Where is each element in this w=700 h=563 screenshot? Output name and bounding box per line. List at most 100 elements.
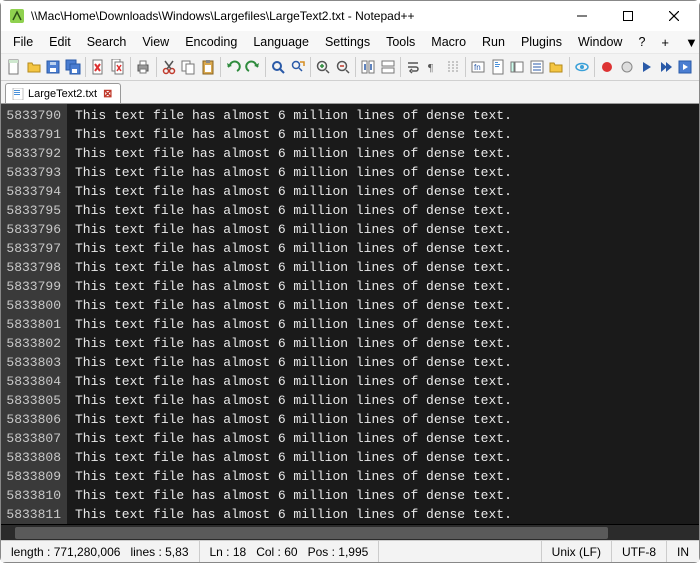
line-number-gutter: 5833790583379158337925833793583379458337… [1,104,67,524]
menu-new-doc-button[interactable]: + [653,33,677,52]
menu-window[interactable]: Window [570,33,630,51]
menu-dropdown-button[interactable]: ▼ [677,33,700,52]
new-file-icon[interactable] [5,56,24,78]
line-number: 5833807 [5,429,61,448]
line-number: 5833800 [5,296,61,315]
menu-edit[interactable]: Edit [41,33,79,51]
status-encoding: UTF-8 [612,541,667,562]
text-line[interactable]: This text file has almost 6 million line… [75,258,699,277]
tab-active[interactable]: LargeText2.txt ⊠ [5,83,121,103]
text-line[interactable]: This text file has almost 6 million line… [75,486,699,505]
text-line[interactable]: This text file has almost 6 million line… [75,144,699,163]
show-all-chars-icon[interactable]: ¶ [424,56,443,78]
doc-list-icon[interactable] [508,56,527,78]
tab-bar: LargeText2.txt ⊠ [1,81,699,103]
text-line[interactable]: This text file has almost 6 million line… [75,106,699,125]
svg-text:fn: fn [474,63,481,72]
editor[interactable]: 5833790583379158337925833793583379458337… [1,104,699,524]
toolbar-separator [310,57,311,77]
text-line[interactable]: This text file has almost 6 million line… [75,391,699,410]
text-line[interactable]: This text file has almost 6 million line… [75,182,699,201]
menu-view[interactable]: View [134,33,177,51]
scrollbar-thumb[interactable] [15,527,608,539]
lang-icon[interactable]: fn [469,56,488,78]
zoom-in-icon[interactable] [314,56,333,78]
menu-run[interactable]: Run [474,33,513,51]
horizontal-scrollbar[interactable] [1,524,699,540]
text-line[interactable]: This text file has almost 6 million line… [75,505,699,524]
text-line[interactable]: This text file has almost 6 million line… [75,334,699,353]
monitor-icon[interactable] [572,56,591,78]
doc-map-icon[interactable] [488,56,507,78]
text-line[interactable]: This text file has almost 6 million line… [75,220,699,239]
func-list-icon[interactable] [527,56,546,78]
menu-q[interactable]: ? [630,33,653,51]
line-number: 5833790 [5,106,61,125]
open-icon[interactable] [25,56,44,78]
text-line[interactable]: This text file has almost 6 million line… [75,448,699,467]
find-icon[interactable] [269,56,288,78]
play-multi-icon[interactable] [657,56,676,78]
line-number: 5833799 [5,277,61,296]
sync-v-icon[interactable] [359,56,378,78]
text-line[interactable]: This text file has almost 6 million line… [75,296,699,315]
paste-icon[interactable] [199,56,218,78]
text-line[interactable]: This text file has almost 6 million line… [75,353,699,372]
zoom-out-icon[interactable] [334,56,353,78]
status-eol: Unix (LF) [542,541,612,562]
menu-search[interactable]: Search [79,33,135,51]
redo-icon[interactable] [244,56,263,78]
tab-label: LargeText2.txt [28,88,97,100]
line-number: 5833809 [5,467,61,486]
menu-file[interactable]: File [5,33,41,51]
menu-tools[interactable]: Tools [378,33,423,51]
line-number: 5833798 [5,258,61,277]
play-icon[interactable] [637,56,656,78]
minimize-button[interactable] [559,1,605,31]
text-line[interactable]: This text file has almost 6 million line… [75,239,699,258]
text-line[interactable]: This text file has almost 6 million line… [75,125,699,144]
save-macro-icon[interactable] [676,56,695,78]
text-content[interactable]: This text file has almost 6 million line… [67,104,699,524]
save-icon[interactable] [44,56,63,78]
toolbar-separator [355,57,356,77]
record-icon[interactable] [598,56,617,78]
save-all-icon[interactable] [64,56,83,78]
menu-plugins[interactable]: Plugins [513,33,570,51]
text-line[interactable]: This text file has almost 6 million line… [75,277,699,296]
indent-guide-icon[interactable] [443,56,462,78]
line-number: 5833794 [5,182,61,201]
menu-language[interactable]: Language [245,33,317,51]
toolbar-separator [400,57,401,77]
print-icon[interactable] [134,56,153,78]
line-number: 5833811 [5,505,61,524]
menu-macro[interactable]: Macro [423,33,474,51]
toolbar-separator [220,57,221,77]
window-title: \\Mac\Home\Downloads\Windows\Largefiles\… [31,9,559,23]
text-line[interactable]: This text file has almost 6 million line… [75,372,699,391]
copy-icon[interactable] [179,56,198,78]
menu-encoding[interactable]: Encoding [177,33,245,51]
text-line[interactable]: This text file has almost 6 million line… [75,315,699,334]
menu-settings[interactable]: Settings [317,33,378,51]
wrap-icon[interactable] [404,56,423,78]
tab-close-icon[interactable]: ⊠ [101,87,114,100]
window-controls [559,1,697,31]
replace-icon[interactable] [289,56,308,78]
close-icon[interactable] [89,56,108,78]
text-line[interactable]: This text file has almost 6 million line… [75,429,699,448]
sync-h-icon[interactable] [379,56,398,78]
stop-record-icon[interactable] [617,56,636,78]
line-number: 5833792 [5,144,61,163]
close-window-button[interactable] [651,1,697,31]
text-line[interactable]: This text file has almost 6 million line… [75,201,699,220]
folder-icon[interactable] [547,56,566,78]
text-line[interactable]: This text file has almost 6 million line… [75,410,699,429]
text-line[interactable]: This text file has almost 6 million line… [75,467,699,486]
line-number: 5833801 [5,315,61,334]
maximize-button[interactable] [605,1,651,31]
close-all-icon[interactable] [109,56,128,78]
undo-icon[interactable] [224,56,243,78]
cut-icon[interactable] [160,56,179,78]
text-line[interactable]: This text file has almost 6 million line… [75,163,699,182]
